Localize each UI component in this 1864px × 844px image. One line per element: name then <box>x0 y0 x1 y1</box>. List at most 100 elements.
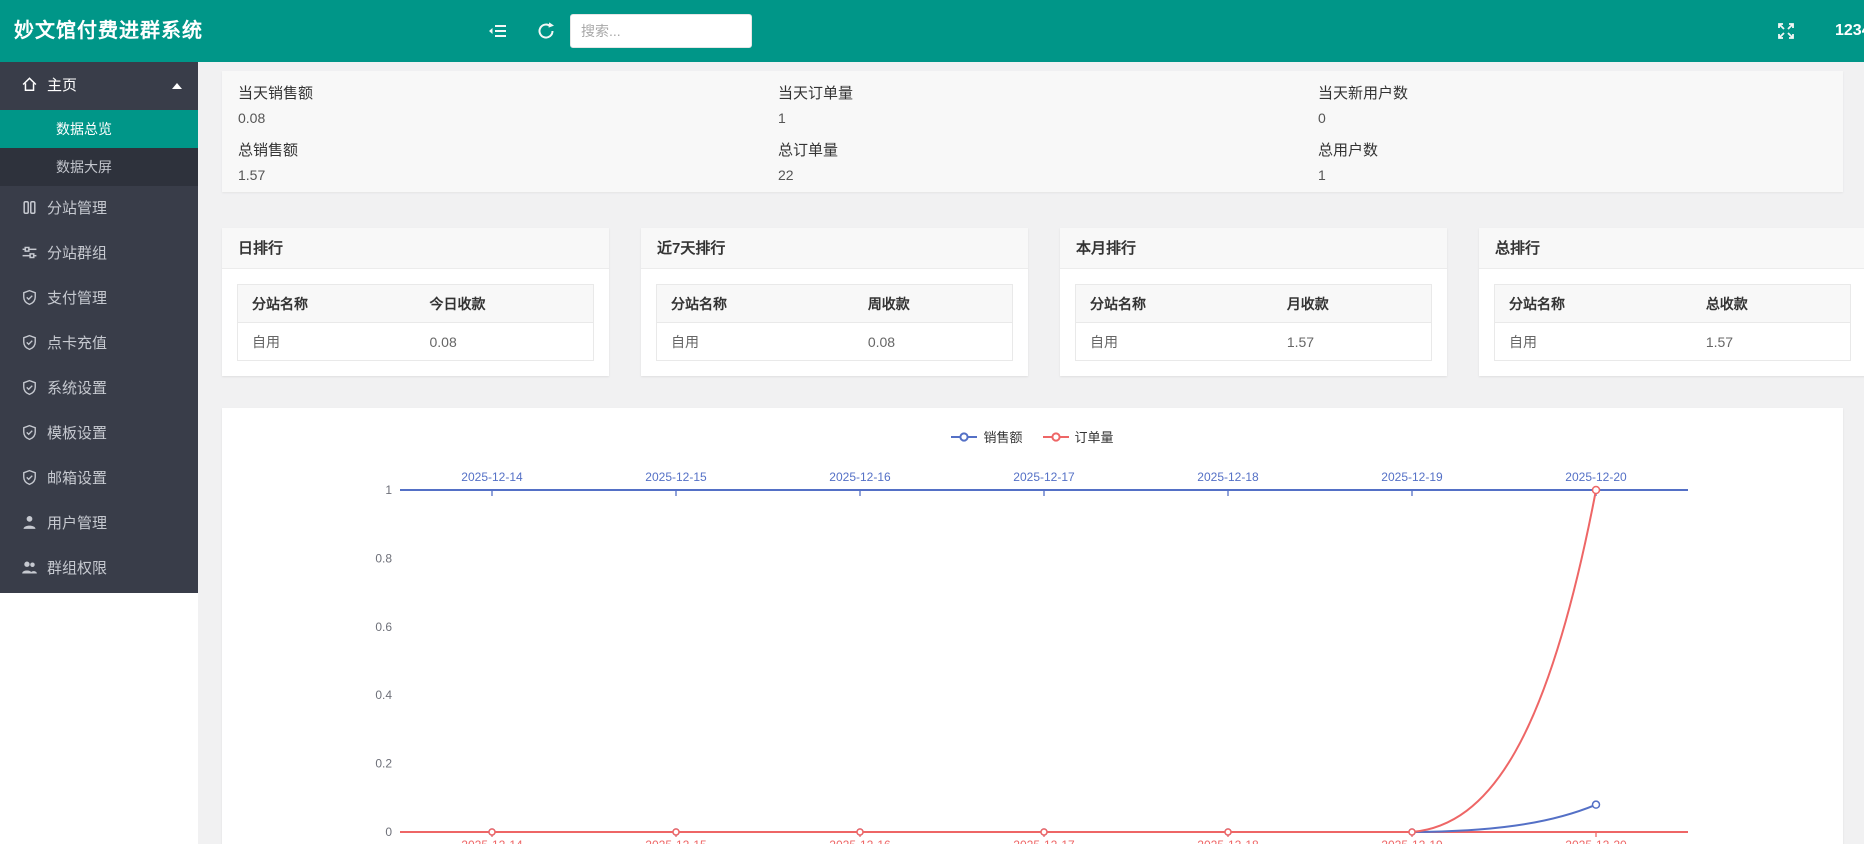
sidebar-item-label: 分站管理 <box>47 200 107 217</box>
svg-text:2025-12-14: 2025-12-14 <box>461 838 523 844</box>
ranking-row: 日排行分站名称今日收款自用0.08近7天排行分站名称周收款自用0.08本月排行分… <box>222 228 1864 376</box>
line-chart: 00.20.40.60.812025-12-142025-12-152025-1… <box>222 408 1843 844</box>
legend-marker-icon <box>1043 432 1069 442</box>
legend-marker-icon <box>951 432 977 442</box>
ranking-table: 分站名称周收款自用0.08 <box>656 284 1013 361</box>
home-icon <box>21 76 38 93</box>
table-cell: 1.57 <box>1273 323 1432 361</box>
sidebar-subitem[interactable]: 数据总览 <box>0 110 198 148</box>
svg-text:2025-12-15: 2025-12-15 <box>645 838 707 844</box>
refresh-icon[interactable] <box>536 21 556 41</box>
users-icon <box>21 559 38 576</box>
chart-legend: 销售额 订单量 <box>222 427 1843 446</box>
svg-text:0.6: 0.6 <box>375 620 392 634</box>
shield-check-icon <box>21 424 38 441</box>
ranking-card-title: 日排行 <box>222 228 609 269</box>
svg-text:2025-12-19: 2025-12-19 <box>1381 470 1443 484</box>
table-row: 自用1.57 <box>1076 323 1432 361</box>
sidebar-item-label: 主页 <box>47 77 77 94</box>
table-cell: 0.08 <box>416 323 594 361</box>
stat-value: 1 <box>778 107 1302 131</box>
table-header: 总收款 <box>1692 285 1851 323</box>
topbar: 妙文馆付费进群系统 12345 <box>0 0 1864 62</box>
svg-text:2025-12-17: 2025-12-17 <box>1013 470 1075 484</box>
svg-text:2025-12-17: 2025-12-17 <box>1013 838 1075 844</box>
shield-check-icon <box>21 289 38 306</box>
table-cell: 自用 <box>1495 323 1692 361</box>
caret-up-icon <box>172 83 182 89</box>
sidebar-item-8[interactable]: 邮箱设置 <box>0 456 198 501</box>
collapse-sidebar-icon[interactable] <box>488 21 508 41</box>
sidebar-item-10[interactable]: 群组权限 <box>0 546 198 591</box>
sliders-icon <box>21 244 38 261</box>
sidebar-item-label: 邮箱设置 <box>47 470 107 487</box>
ranking-table: 分站名称月收款自用1.57 <box>1075 284 1432 361</box>
svg-text:2025-12-18: 2025-12-18 <box>1197 470 1259 484</box>
svg-text:0.4: 0.4 <box>375 688 392 702</box>
stat-label: 当天订单量 <box>778 81 1302 107</box>
stat-column: 当天新用户数0 总用户数1 <box>1302 81 1842 192</box>
stat-label: 总销售额 <box>238 138 762 164</box>
sidebar-item-4[interactable]: 支付管理 <box>0 276 198 321</box>
shield-check-icon <box>21 469 38 486</box>
stat-value: 0.08 <box>238 107 762 131</box>
stats-card: 当天销售额0.08总销售额1.57当天订单量1总订单量22当天新用户数0总用户数… <box>222 71 1843 192</box>
sidebar-item-3[interactable]: 分站群组 <box>0 231 198 276</box>
stat-label: 当天新用户数 <box>1318 81 1842 107</box>
table-cell: 自用 <box>238 323 416 361</box>
shield-check-icon <box>21 334 38 351</box>
table-header: 分站名称 <box>657 285 854 323</box>
table-cell: 自用 <box>657 323 854 361</box>
user-icon <box>21 514 38 531</box>
table-header: 分站名称 <box>1495 285 1692 323</box>
username[interactable]: 12345 <box>1835 0 1864 62</box>
shield-check-icon <box>21 379 38 396</box>
svg-text:2025-12-14: 2025-12-14 <box>461 470 523 484</box>
ranking-card: 总排行分站名称总收款自用1.57 <box>1479 228 1864 376</box>
sidebar-item-9[interactable]: 用户管理 <box>0 501 198 546</box>
ranking-table: 分站名称今日收款自用0.08 <box>237 284 594 361</box>
svg-text:2025-12-20: 2025-12-20 <box>1565 838 1627 844</box>
table-header: 月收款 <box>1273 285 1432 323</box>
ranking-card-title: 总排行 <box>1479 228 1864 269</box>
stat-column: 当天订单量1总订单量22 <box>762 81 1302 192</box>
table-row: 自用1.57 <box>1495 323 1851 361</box>
sidebar-subitem[interactable]: 数据大屏 <box>0 148 198 186</box>
sales-orders-chart-card: 销售额订单量 00.20.40.60.812025-12-142025-12-1… <box>222 408 1843 844</box>
stat-value: 1.57 <box>238 164 762 188</box>
table-header: 周收款 <box>854 285 1013 323</box>
sidebar-item-label: 系统设置 <box>47 380 107 397</box>
sidebar-item-2[interactable]: 分站管理 <box>0 186 198 231</box>
app-title: 妙文馆付费进群系统 <box>14 0 203 62</box>
stat-label: 总用户数 <box>1318 138 1842 164</box>
svg-text:2025-12-15: 2025-12-15 <box>645 470 707 484</box>
stat-value: 22 <box>778 164 1302 188</box>
sidebar-item-1[interactable]: 主页 <box>0 62 198 110</box>
svg-text:0: 0 <box>385 825 392 839</box>
ranking-table: 分站名称总收款自用1.57 <box>1494 284 1851 361</box>
sidebar-item-label: 点卡充值 <box>47 335 107 352</box>
ranking-card: 日排行分站名称今日收款自用0.08 <box>222 228 609 376</box>
search-input[interactable] <box>570 14 752 48</box>
columns-icon <box>21 199 38 216</box>
sidebar-item-label: 用户管理 <box>47 515 107 532</box>
table-row: 自用0.08 <box>238 323 594 361</box>
table-cell: 自用 <box>1076 323 1273 361</box>
sidebar-item-6[interactable]: 系统设置 <box>0 366 198 411</box>
fullscreen-icon[interactable] <box>1776 21 1796 41</box>
legend-label: 订单量 <box>1075 427 1114 446</box>
ranking-card: 近7天排行分站名称周收款自用0.08 <box>641 228 1028 376</box>
stat-value: 1 <box>1318 164 1842 188</box>
sidebar-item-label: 群组权限 <box>47 560 107 577</box>
legend-item[interactable]: 订单量 <box>1043 427 1114 446</box>
table-cell: 1.57 <box>1692 323 1851 361</box>
main-content: 当天销售额0.08总销售额1.57当天订单量1总订单量22当天新用户数0总用户数… <box>198 62 1864 844</box>
legend-item[interactable]: 销售额 <box>951 427 1022 446</box>
svg-text:2025-12-20: 2025-12-20 <box>1565 470 1627 484</box>
ranking-card-title: 近7天排行 <box>641 228 1028 269</box>
sidebar-item-7[interactable]: 模板设置 <box>0 411 198 456</box>
stat-value: 0 <box>1318 107 1842 131</box>
table-header: 分站名称 <box>1076 285 1273 323</box>
sidebar-item-5[interactable]: 点卡充值 <box>0 321 198 366</box>
sidebar-item-label: 分站群组 <box>47 245 107 262</box>
